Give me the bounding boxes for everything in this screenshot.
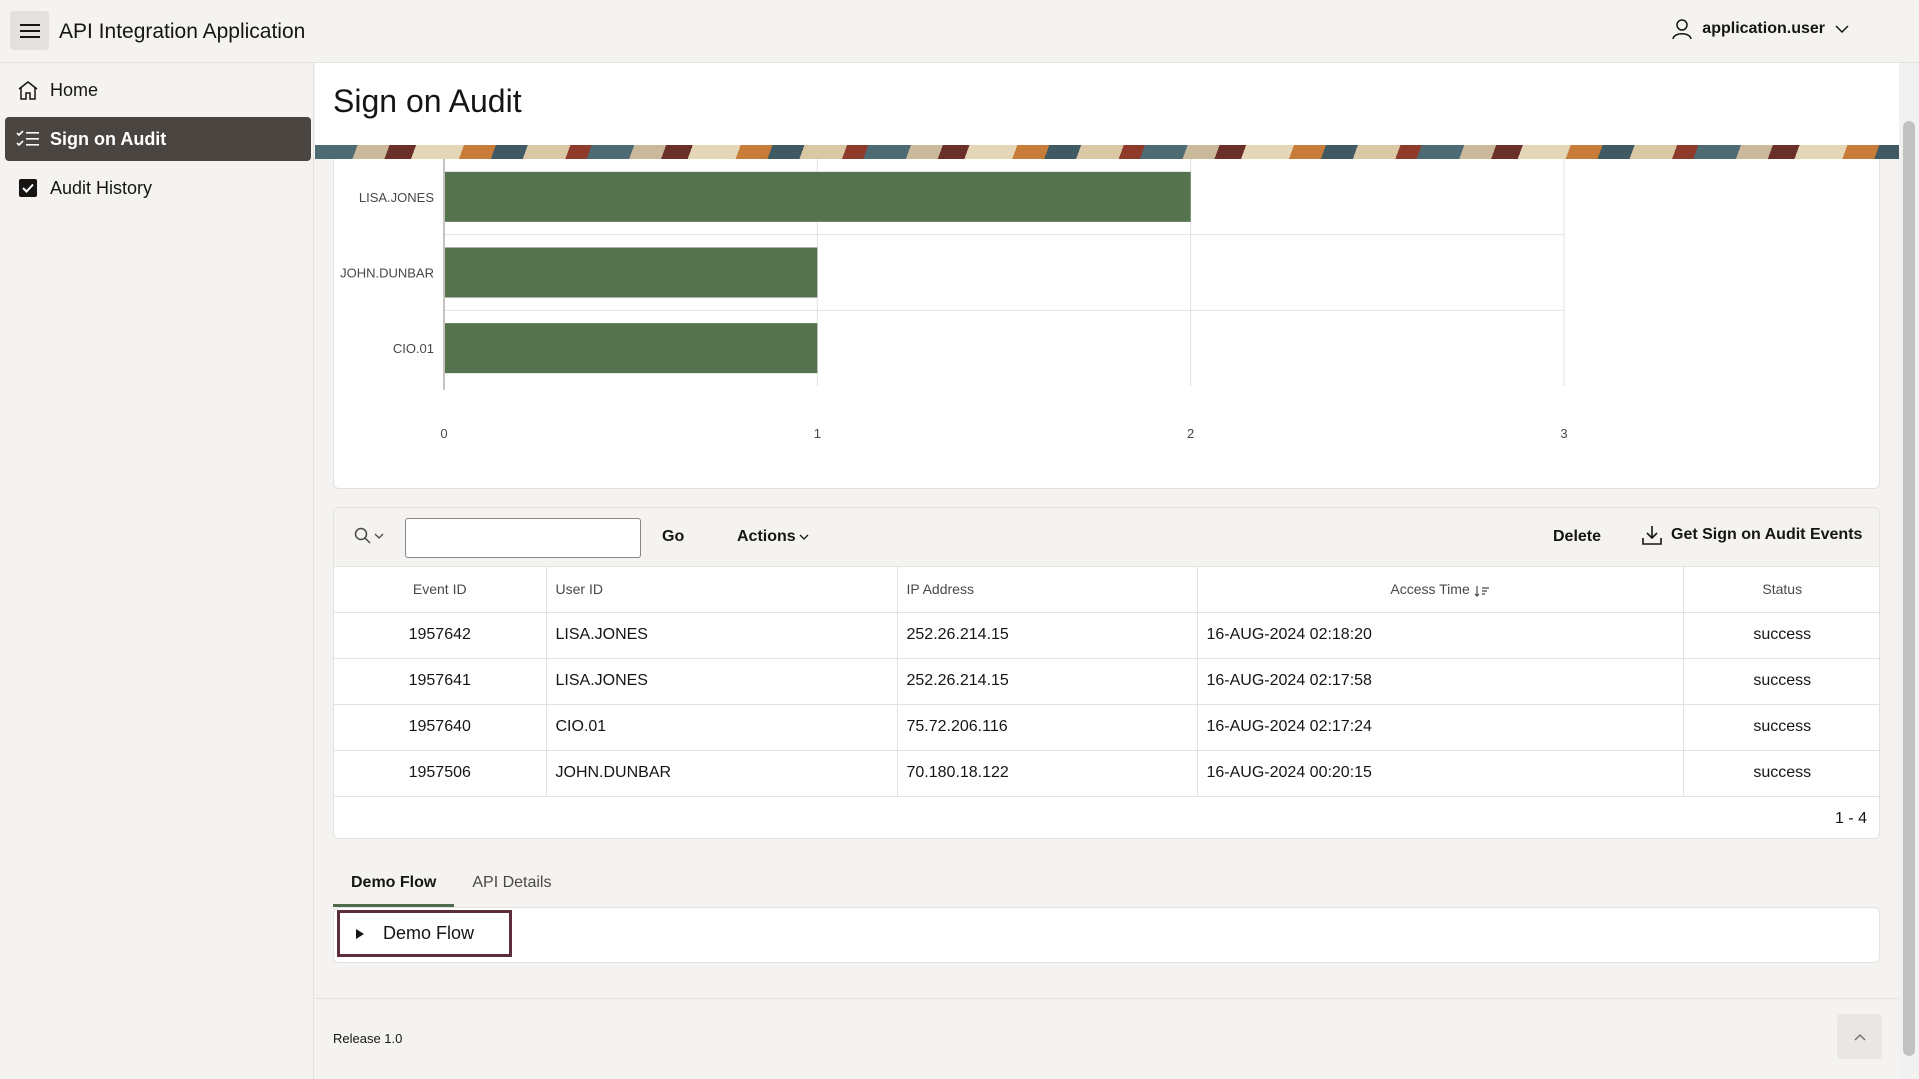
page-title: Sign on Audit — [333, 83, 522, 119]
y-category-label: CIO.01 — [393, 341, 434, 356]
bar — [445, 323, 818, 374]
ip-address-cell: 252.26.214.15 — [897, 612, 1198, 659]
actions-menu-button[interactable]: Actions — [737, 528, 809, 546]
app-header: API Integration Application application.… — [0, 0, 1919, 63]
event-id-cell: 1957640 — [334, 704, 547, 751]
main-content: Sign on Audit 0 1 2 3 LISA.JONES JOHN.DUNBAR C… — [315, 63, 1899, 1079]
user-id-cell: LISA.JONES — [546, 658, 898, 705]
column-header-ip-address[interactable]: IP Address — [897, 567, 1198, 613]
status-cell: success — [1683, 612, 1879, 659]
search-column-toggle[interactable] — [354, 527, 384, 545]
ip-address-cell: 70.180.18.122 — [897, 750, 1198, 797]
download-icon — [1642, 526, 1662, 545]
user-icon — [1672, 19, 1693, 40]
get-events-label: Get Sign on Audit Events — [1671, 526, 1863, 543]
bar — [445, 247, 818, 298]
home-icon — [16, 78, 40, 102]
title-region: Sign on Audit — [315, 63, 1899, 145]
sidebar-item-home[interactable]: Home — [5, 68, 311, 112]
status-cell: success — [1683, 704, 1879, 751]
scrollbar-thumb[interactable] — [1903, 121, 1915, 1056]
sidebar: Home Sign on Audit Audit History — [0, 63, 314, 1079]
release-label: Release 1.0 — [333, 1031, 403, 1046]
go-button[interactable]: Go — [662, 528, 684, 546]
y-category-label: JOHN.DUNBAR — [340, 266, 434, 281]
page-scrollbar[interactable] — [1899, 63, 1919, 1079]
chevron-down-icon — [799, 534, 809, 540]
column-header-label: Access Time — [1390, 581, 1470, 598]
event-id-cell: 1957642 — [334, 612, 547, 659]
checkbox-icon — [16, 176, 40, 200]
access-time-cell: 16-AUG-2024 02:18:20 — [1197, 612, 1684, 659]
status-cell: success — [1683, 750, 1879, 797]
sidebar-item-label: Sign on Audit — [50, 128, 167, 149]
chart-region: 0 1 2 3 LISA.JONES JOHN.DUNBAR CIO.01 — [333, 159, 1880, 489]
delete-button[interactable]: Delete — [1553, 528, 1601, 546]
get-sign-on-audit-events-button[interactable]: Get Sign on Audit Events — [1641, 524, 1862, 546]
user-name: application.user — [1702, 20, 1825, 37]
y-category-label: LISA.JONES — [359, 190, 434, 205]
app-title[interactable]: API Integration Application — [59, 20, 305, 44]
status-cell: success — [1683, 658, 1879, 705]
tab-demo-flow[interactable]: Demo Flow — [333, 863, 455, 907]
event-id-cell: 1957506 — [334, 750, 547, 797]
table-row[interactable]: 1957640 CIO.01 75.72.206.116 16-AUG-2024 02… — [334, 704, 1879, 751]
demo-flow-panel: Demo Flow — [333, 907, 1880, 963]
event-id-cell: 1957641 — [334, 658, 547, 705]
x-tick-label: 2 — [1187, 426, 1194, 441]
user-id-cell: JOHN.DUNBAR — [546, 750, 898, 797]
demo-flow-toggle[interactable]: Demo Flow — [337, 910, 512, 957]
actions-label: Actions — [737, 528, 796, 545]
checklist-icon — [16, 127, 40, 151]
sidebar-item-audit-history[interactable]: Audit History — [5, 166, 311, 210]
column-header-access-time[interactable]: Access Time — [1197, 567, 1684, 613]
user-menu[interactable]: application.user — [1672, 18, 1849, 40]
access-time-cell: 16-AUG-2024 02:17:58 — [1197, 658, 1684, 705]
user-id-cell: LISA.JONES — [546, 612, 898, 659]
column-header-user-id[interactable]: User ID — [546, 567, 898, 613]
x-tick-label: 0 — [440, 426, 447, 441]
search-icon — [354, 527, 371, 544]
chevron-up-icon — [1854, 1033, 1865, 1040]
sidebar-item-label: Home — [50, 79, 99, 100]
ip-address-cell: 75.72.206.116 — [897, 704, 1198, 751]
tab-api-details[interactable]: API Details — [454, 863, 569, 907]
report-table: Event ID User ID IP Address Access Time … — [334, 567, 1879, 797]
bar — [445, 171, 1191, 222]
chevron-down-icon — [1835, 25, 1849, 34]
column-header-event-id[interactable]: Event ID — [334, 567, 547, 613]
report-toolbar: Go Actions Delete Get Sign on Audit Even… — [334, 508, 1879, 567]
table-row[interactable]: 1957506 JOHN.DUNBAR 70.180.18.122 16-AUG-20… — [334, 750, 1879, 797]
search-input[interactable] — [405, 518, 641, 558]
interactive-report: Go Actions Delete Get Sign on Audit Even… — [333, 507, 1880, 839]
sidebar-item-label: Audit History — [50, 177, 153, 198]
column-header-status[interactable]: Status — [1683, 567, 1879, 613]
ip-address-cell: 252.26.214.15 — [897, 658, 1198, 705]
chevron-down-icon — [374, 533, 384, 539]
table-row[interactable]: 1957642 LISA.JONES 252.26.214.15 16-AUG-202… — [334, 612, 1879, 659]
x-tick-label: 1 — [814, 426, 821, 441]
table-header-row: Event ID User ID IP Address Access Time … — [334, 567, 1879, 613]
region-tabs: Demo Flow API Details — [333, 863, 569, 907]
table-row[interactable]: 1957641 LISA.JONES 252.26.214.15 16-AUG-202… — [334, 658, 1879, 705]
demo-flow-label: Demo Flow — [383, 923, 475, 943]
user-id-cell: CIO.01 — [546, 704, 898, 751]
hamburger-icon — [19, 23, 40, 38]
sort-descending-icon — [1474, 585, 1489, 597]
decorative-banner — [315, 145, 1899, 159]
caret-right-icon — [356, 928, 364, 939]
access-time-cell: 16-AUG-2024 00:20:15 — [1197, 750, 1684, 797]
sidebar-item-sign-on-audit[interactable]: Sign on Audit — [5, 117, 311, 161]
access-time-cell: 16-AUG-2024 02:17:24 — [1197, 704, 1684, 751]
pagination-info: 1 - 4 — [1834, 810, 1867, 827]
menu-toggle-button[interactable] — [10, 11, 49, 50]
x-tick-label: 3 — [1560, 426, 1567, 441]
footer: Release 1.0 — [315, 998, 1899, 1079]
back-to-top-button[interactable] — [1837, 1014, 1882, 1059]
bar-chart: 0 1 2 3 LISA.JONES JOHN.DUNBAR CIO.01 — [340, 159, 1568, 441]
